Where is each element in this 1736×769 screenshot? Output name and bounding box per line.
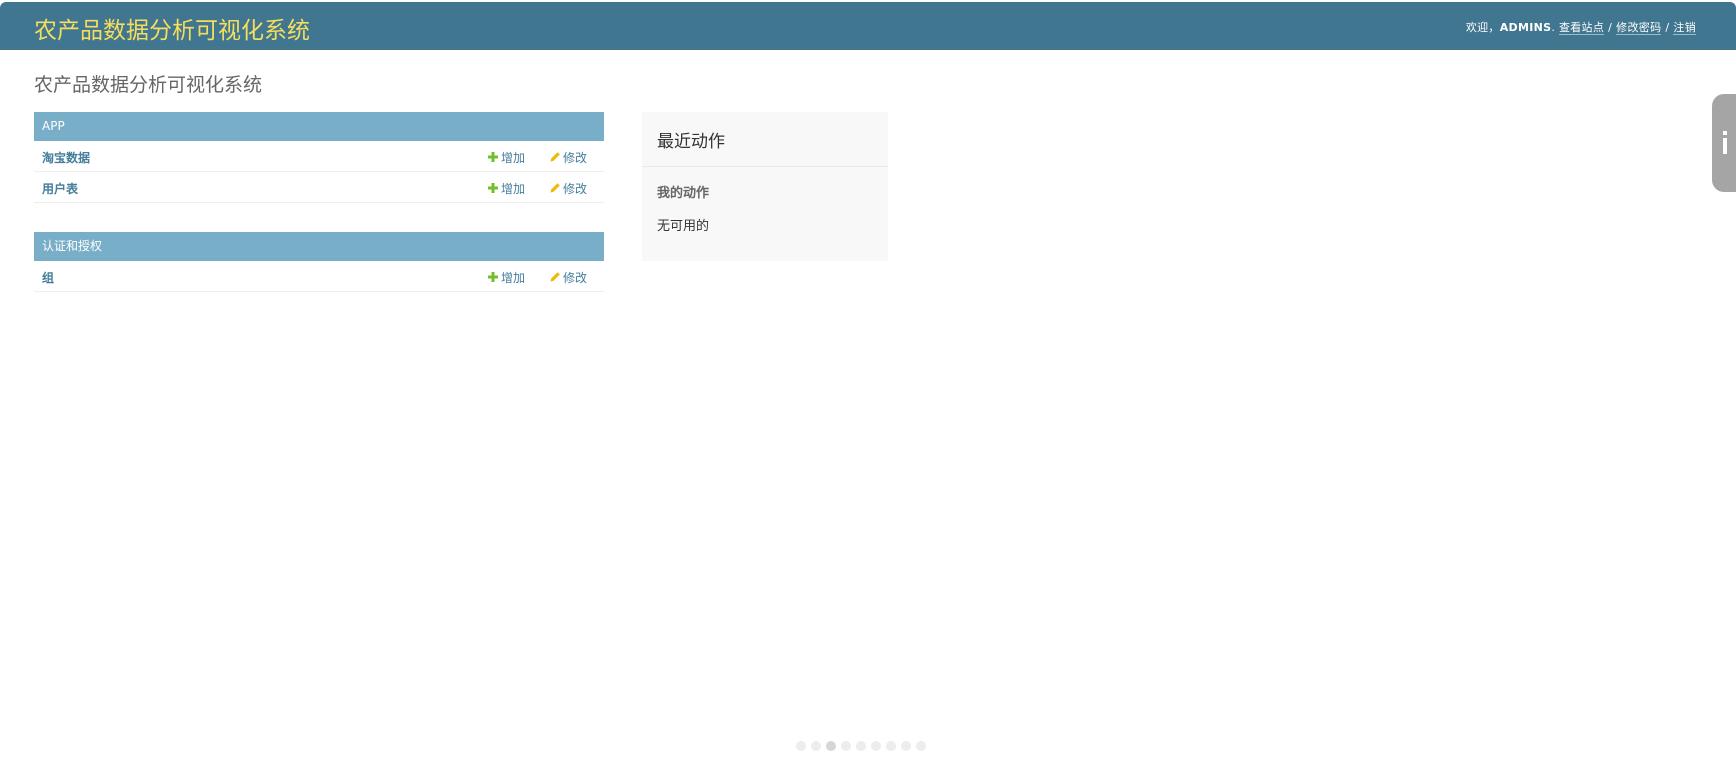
recent-actions-panel: 最近动作 我的动作 无可用的: [642, 112, 888, 261]
site-branding[interactable]: 农产品数据分析可视化系统: [34, 11, 310, 45]
separator: /: [1665, 21, 1670, 34]
add-label: 增加: [501, 151, 526, 165]
change-button[interactable]: 修改: [549, 269, 587, 286]
info-icon: [1723, 131, 1727, 154]
username: ADMINS: [1499, 21, 1552, 34]
change-password-link[interactable]: 修改密码: [1616, 21, 1662, 35]
module-title[interactable]: 认证和授权: [42, 239, 102, 253]
model-link-groups[interactable]: 组: [42, 269, 54, 286]
model-row-groups: 组 增加 修改: [34, 261, 604, 292]
username-suffix: .: [1551, 21, 1556, 34]
pager-dot[interactable]: [886, 741, 896, 751]
change-button[interactable]: 修改: [549, 180, 587, 197]
module-header-auth[interactable]: 认证和授权: [34, 232, 604, 261]
change-label: 修改: [563, 151, 588, 165]
module-app: APP 淘宝数据 增加 修改 用户表 增加 修改: [34, 112, 604, 203]
logout-link[interactable]: 注销: [1673, 21, 1696, 35]
module-title[interactable]: APP: [42, 119, 65, 133]
module-auth: 认证和授权 组 增加 修改: [34, 232, 604, 292]
recent-actions-title: 最近动作: [657, 132, 725, 152]
add-button[interactable]: 增加: [487, 149, 525, 166]
pager-dot[interactable]: [826, 741, 836, 751]
page-title: 农产品数据分析可视化系统: [34, 74, 263, 96]
model-row-users: 用户表 增加 修改: [34, 172, 604, 203]
add-button[interactable]: 增加: [487, 180, 525, 197]
view-site-link[interactable]: 查看站点: [1558, 21, 1605, 35]
change-label: 修改: [563, 271, 588, 285]
pager-dot[interactable]: [856, 741, 866, 751]
change-button[interactable]: 修改: [549, 149, 587, 166]
pager-dot[interactable]: [811, 741, 821, 751]
model-row-taobao-data: 淘宝数据 增加 修改: [34, 141, 604, 172]
side-info-tab[interactable]: [1712, 94, 1736, 192]
module-header-app[interactable]: APP: [34, 112, 604, 141]
plus-icon: [488, 183, 498, 193]
add-label: 增加: [501, 182, 526, 196]
divider: [642, 166, 888, 167]
user-tools: 欢迎，ADMINS. 查看站点 / 修改密码 / 注销: [1466, 19, 1696, 35]
pager-dot[interactable]: [841, 741, 851, 751]
model-link-taobao-data[interactable]: 淘宝数据: [42, 149, 90, 166]
my-actions-heading: 我的动作: [657, 186, 710, 201]
header-bar: 农产品数据分析可视化系统 欢迎，ADMINS. 查看站点 / 修改密码 / 注销: [0, 2, 1736, 50]
plus-icon: [488, 272, 498, 282]
no-actions-text: 无可用的: [657, 219, 710, 234]
pencil-icon: [550, 152, 560, 162]
add-label: 增加: [501, 271, 526, 285]
pager-dot[interactable]: [796, 741, 806, 751]
pager-dot[interactable]: [916, 741, 926, 751]
separator: /: [1608, 21, 1613, 34]
pager-dots: [796, 736, 931, 751]
pager-dot[interactable]: [871, 741, 881, 751]
pager-dot[interactable]: [901, 741, 911, 751]
change-label: 修改: [563, 182, 588, 196]
model-link-users[interactable]: 用户表: [42, 180, 78, 197]
pencil-icon: [550, 272, 560, 282]
welcome-text: 欢迎，: [1465, 21, 1500, 34]
pencil-icon: [550, 183, 560, 193]
plus-icon: [488, 152, 498, 162]
add-button[interactable]: 增加: [487, 269, 525, 286]
